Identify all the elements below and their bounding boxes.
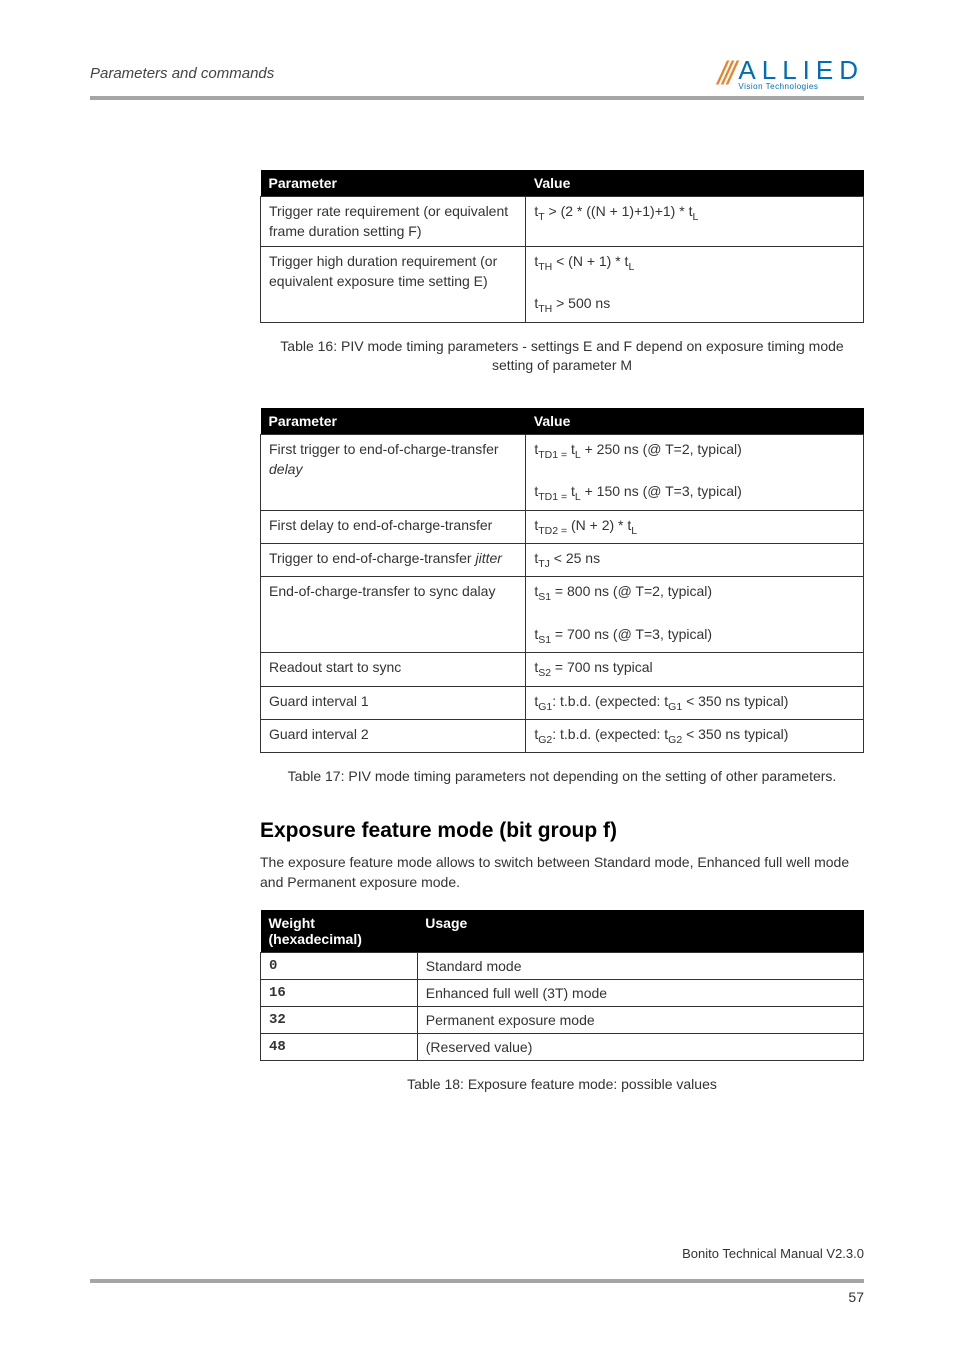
cell-weight: 32 <box>261 1007 418 1034</box>
exposure-feature-heading: Exposure feature mode (bit group f) <box>260 819 864 843</box>
cell-value: tG2: t.b.d. (expected: tG2 < 350 ns typi… <box>526 720 864 753</box>
cell-value: tTH < (N + 1) * tLtTH > 500 ns <box>526 247 864 323</box>
cell-value: tTD2 = (N + 2) * tL <box>526 510 864 543</box>
table-18-caption: Table 18: Exposure feature mode: possibl… <box>260 1075 864 1095</box>
cell-param: Trigger to end-of-charge-transfer jitter <box>261 543 526 576</box>
table-header: Parameter <box>261 170 526 197</box>
table-row: Guard interval 2 tG2: t.b.d. (expected: … <box>261 720 864 753</box>
cell-param: End-of-charge-transfer to sync dalay <box>261 577 526 653</box>
cell-value: tS1 = 800 ns (@ T=2, typical)tS1 = 700 n… <box>526 577 864 653</box>
table-row: Trigger high duration requirement (or eq… <box>261 247 864 323</box>
table-17: Parameter Value First trigger to end-of-… <box>260 408 864 754</box>
table-row: Readout start to sync tS2 = 700 ns typic… <box>261 653 864 686</box>
table-18: Weight (hexadecimal) Usage 0 Standard mo… <box>260 910 864 1061</box>
cell-value: tG1: t.b.d. (expected: tG1 < 350 ns typi… <box>526 686 864 719</box>
table-header: Weight (hexadecimal) <box>261 910 418 953</box>
table-row: 32 Permanent exposure mode <box>261 1007 864 1034</box>
cell-value: tT > (2 * ((N + 1)+1)+1) * tL <box>526 197 864 247</box>
table-row: 48 (Reserved value) <box>261 1034 864 1061</box>
table-16-caption: Table 16: PIV mode timing parameters - s… <box>260 337 864 376</box>
table-17-caption: Table 17: PIV mode timing parameters not… <box>260 767 864 787</box>
cell-weight: 0 <box>261 953 418 980</box>
cell-usage: Permanent exposure mode <box>417 1007 863 1034</box>
footer-rule <box>90 1279 864 1283</box>
table-header: Usage <box>417 910 863 953</box>
cell-usage: (Reserved value) <box>417 1034 863 1061</box>
table-row: 16 Enhanced full well (3T) mode <box>261 980 864 1007</box>
table-row: First trigger to end-of-charge-transfer … <box>261 434 864 510</box>
cell-param: Guard interval 1 <box>261 686 526 719</box>
cell-param: Trigger rate requirement (or equivalent … <box>261 197 526 247</box>
cell-usage: Standard mode <box>417 953 863 980</box>
cell-param: Readout start to sync <box>261 653 526 686</box>
header-rule <box>90 96 864 100</box>
table-row: End-of-charge-transfer to sync dalay tS1… <box>261 577 864 653</box>
logo-main-text: ALLIED <box>738 57 864 83</box>
cell-weight: 48 <box>261 1034 418 1061</box>
cell-value: tS2 = 700 ns typical <box>526 653 864 686</box>
table-row: Guard interval 1 tG1: t.b.d. (expected: … <box>261 686 864 719</box>
table-row: First delay to end-of-charge-transfer tT… <box>261 510 864 543</box>
logo-slashes-icon: /// <box>718 55 733 92</box>
logo-sub-text: Vision Technologies <box>738 83 864 91</box>
cell-param: First delay to end-of-charge-transfer <box>261 510 526 543</box>
table-row: Trigger to end-of-charge-transfer jitter… <box>261 543 864 576</box>
table-row: Trigger rate requirement (or equivalent … <box>261 197 864 247</box>
cell-param: First trigger to end-of-charge-transfer … <box>261 434 526 510</box>
cell-param: Guard interval 2 <box>261 720 526 753</box>
section-title: Parameters and commands <box>90 65 274 82</box>
table-header: Parameter <box>261 408 526 435</box>
cell-value: tTJ < 25 ns <box>526 543 864 576</box>
footer-manual: Bonito Technical Manual V2.3.0 <box>90 1246 864 1261</box>
cell-weight: 16 <box>261 980 418 1007</box>
exposure-feature-text: The exposure feature mode allows to swit… <box>260 853 864 892</box>
cell-value: tTD1 = tL + 250 ns (@ T=2, typical)tTD1 … <box>526 434 864 510</box>
page-number: 57 <box>90 1289 864 1305</box>
table-header: Value <box>526 170 864 197</box>
table-row: 0 Standard mode <box>261 953 864 980</box>
logo: /// ALLIED Vision Technologies <box>718 55 864 92</box>
cell-param: Trigger high duration requirement (or eq… <box>261 247 526 323</box>
cell-usage: Enhanced full well (3T) mode <box>417 980 863 1007</box>
table-header: Value <box>526 408 864 435</box>
table-16: Parameter Value Trigger rate requirement… <box>260 170 864 323</box>
